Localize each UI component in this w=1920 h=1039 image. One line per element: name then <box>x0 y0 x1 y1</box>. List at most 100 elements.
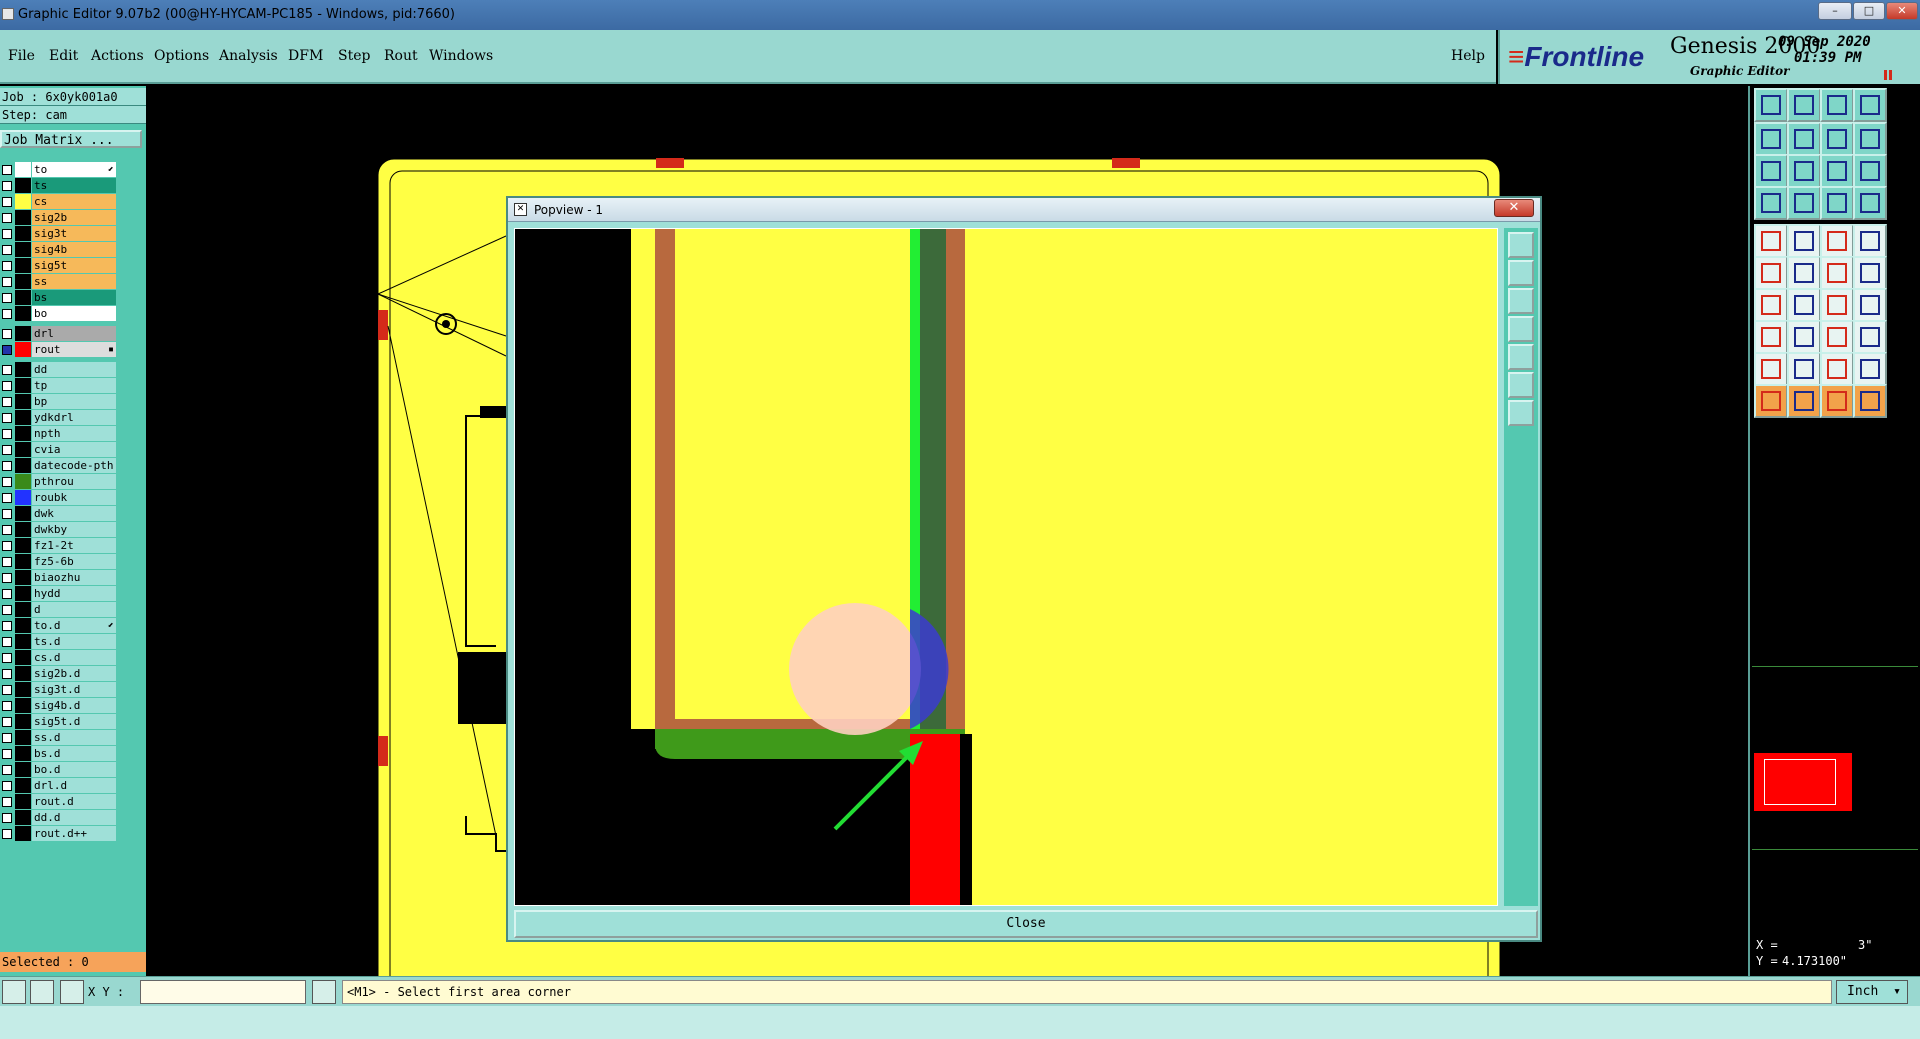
layer-row[interactable]: bo.d <box>0 762 118 778</box>
net-red-icon[interactable] <box>1820 186 1854 220</box>
popview-zoom-out-button[interactable] <box>1508 288 1534 314</box>
layer-checkbox[interactable] <box>2 717 12 727</box>
layer-checkbox[interactable] <box>2 445 12 455</box>
layer-row[interactable]: to.d ⬋ <box>0 618 118 634</box>
select-tool-icon[interactable] <box>2 980 26 1004</box>
layer-row[interactable]: d <box>0 602 118 618</box>
menu-file[interactable]: File <box>8 48 35 64</box>
layer-row[interactable]: dd <box>0 362 118 378</box>
mountain-icon[interactable] <box>1820 352 1854 386</box>
layer-checkbox[interactable] <box>2 733 12 743</box>
layer-checkbox[interactable] <box>2 429 12 439</box>
maximize-button[interactable]: □ <box>1853 2 1885 20</box>
layer-row[interactable]: bs <box>0 290 118 306</box>
dash-icon[interactable] <box>1787 320 1821 354</box>
layer-checkbox[interactable] <box>2 261 12 271</box>
angle-icon[interactable] <box>1754 288 1788 322</box>
peak-icon[interactable] <box>1787 352 1821 386</box>
ridge-icon[interactable] <box>1853 352 1887 386</box>
menu-windows[interactable]: Windows <box>429 48 493 64</box>
layer-checkbox[interactable] <box>2 277 12 287</box>
menu-rout[interactable]: Rout <box>384 48 418 64</box>
layer-row[interactable]: cvia <box>0 442 118 458</box>
net-blue-icon[interactable] <box>1853 186 1887 220</box>
layer-row[interactable]: sig4b.d <box>0 698 118 714</box>
box-icon[interactable] <box>1820 320 1854 354</box>
popview-canvas[interactable] <box>514 228 1498 906</box>
layer-checkbox[interactable] <box>2 557 12 567</box>
connect-icon[interactable] <box>1754 256 1788 290</box>
popview-pan-right-button[interactable] <box>1508 344 1534 370</box>
fit-icon[interactable] <box>1754 154 1788 188</box>
copy-icon[interactable] <box>1853 320 1887 354</box>
layer-checkbox[interactable] <box>2 493 12 503</box>
popview-title-bar[interactable]: ✕ Popview - 1 <box>508 198 1540 222</box>
zoom-center-icon[interactable] <box>1787 154 1821 188</box>
layer-row[interactable]: pthrou <box>0 474 118 490</box>
one-to-one-icon[interactable] <box>1820 154 1854 188</box>
layer-row[interactable]: dwk <box>0 506 118 522</box>
menu-step[interactable]: Step <box>338 48 370 64</box>
frame-icon[interactable] <box>1853 88 1887 122</box>
layer-row[interactable]: rout.d <box>0 794 118 810</box>
layer-row[interactable]: drl.d <box>0 778 118 794</box>
popview-pan-left-button[interactable] <box>1508 316 1534 342</box>
layer-row[interactable]: biaozhu <box>0 570 118 586</box>
text-icon[interactable] <box>1853 288 1887 322</box>
layer-row[interactable]: sig5t <box>0 258 118 274</box>
menu-options[interactable]: Options <box>154 48 209 64</box>
layer-checkbox[interactable] <box>2 637 12 647</box>
layer-checkbox[interactable] <box>2 669 12 679</box>
layer-row[interactable]: sig5t.d <box>0 714 118 730</box>
layer-checkbox[interactable] <box>2 621 12 631</box>
layer-row[interactable]: cs.d <box>0 650 118 666</box>
layer-row[interactable]: sig2b <box>0 210 118 226</box>
layer-checkbox[interactable] <box>2 309 12 319</box>
layer-checkbox[interactable] <box>2 365 12 375</box>
snap-toggle-icon[interactable] <box>312 980 336 1004</box>
layer-row[interactable]: hydd <box>0 586 118 602</box>
layer-row[interactable]: dd.d <box>0 810 118 826</box>
popview-zoom-in-button[interactable] <box>1508 260 1534 286</box>
layer-row[interactable]: rout.d++ <box>0 826 118 842</box>
layer-row[interactable]: ts <box>0 178 118 194</box>
ruler-icon[interactable] <box>1820 224 1854 258</box>
unit-selector[interactable]: Inch ▾ <box>1836 980 1908 1004</box>
measure-tool-icon[interactable] <box>30 980 54 1004</box>
feature-icon[interactable] <box>1787 224 1821 258</box>
layer-checkbox[interactable] <box>2 245 12 255</box>
layer-row[interactable]: tp <box>0 378 118 394</box>
menu-analysis[interactable]: Analysis <box>219 48 278 64</box>
layer-checkbox[interactable] <box>2 229 12 239</box>
overview-viewport[interactable] <box>1764 759 1836 805</box>
layer-row[interactable]: roubk <box>0 490 118 506</box>
open-icon[interactable] <box>1754 88 1788 122</box>
probe-icon[interactable] <box>1787 186 1821 220</box>
layer-checkbox[interactable] <box>2 701 12 711</box>
triangle-icon[interactable] <box>1754 352 1788 386</box>
cursor-route-icon[interactable] <box>1853 384 1887 418</box>
layer-row[interactable]: npth <box>0 426 118 442</box>
layer-checkbox[interactable] <box>2 765 12 775</box>
layer-checkbox[interactable] <box>2 509 12 519</box>
layer-checkbox[interactable] <box>2 797 12 807</box>
layer-row[interactable]: sig3t.d <box>0 682 118 698</box>
layer-checkbox[interactable] <box>2 345 12 355</box>
popview-zoom-home-button[interactable] <box>1508 232 1534 258</box>
circle-icon[interactable] <box>1853 224 1887 258</box>
pan-right-icon[interactable] <box>1787 122 1821 156</box>
arrow-red-icon[interactable] <box>1820 256 1854 290</box>
layer-row[interactable]: dwkby <box>0 522 118 538</box>
layer-checkbox[interactable] <box>2 813 12 823</box>
layer-checkbox[interactable] <box>2 525 12 535</box>
layer-checkbox[interactable] <box>2 413 12 423</box>
layer-row[interactable]: to ⬋ <box>0 162 118 178</box>
cursor-select-icon[interactable] <box>1787 384 1821 418</box>
layer-checkbox[interactable] <box>2 605 12 615</box>
layer-checkbox[interactable] <box>2 589 12 599</box>
job-matrix-button[interactable]: Job Matrix ... <box>0 130 142 148</box>
layer-row[interactable]: fz5-6b <box>0 554 118 570</box>
layer-checkbox[interactable] <box>2 165 12 175</box>
corner-icon[interactable] <box>1754 320 1788 354</box>
help-icon[interactable] <box>1853 154 1887 188</box>
